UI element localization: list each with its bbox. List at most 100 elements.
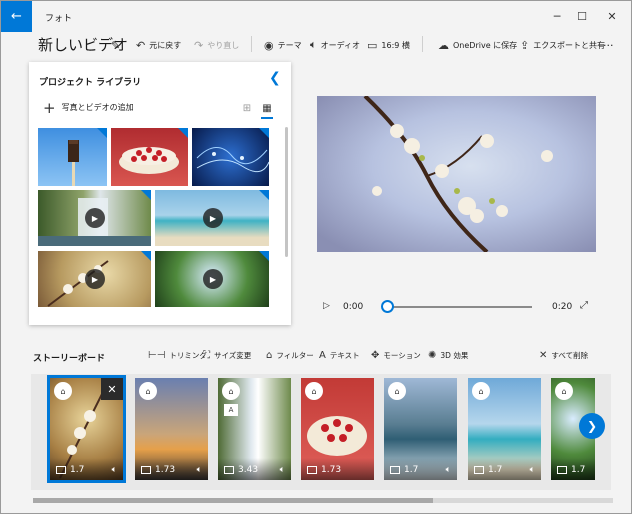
library-item-blossom-video[interactable]: ▶ <box>38 251 151 307</box>
world-network-image <box>196 147 269 173</box>
large-thumbnails-view-button[interactable]: ⊞ <box>241 102 253 114</box>
chevron-left-icon: ❮ <box>269 70 281 86</box>
storyboard-card[interactable]: ⌂ A 3.43 🔈︎ <box>218 378 291 480</box>
theme-label: テーマ <box>277 40 302 50</box>
filter-button[interactable]: ⌂ フィルター <box>266 350 314 361</box>
library-item-beach-video[interactable]: ▶ <box>155 190 269 246</box>
close-button[interactable]: ✕ <box>597 1 627 32</box>
library-item-world-network[interactable] <box>192 128 269 186</box>
rename-button[interactable]: ✎ <box>111 37 124 53</box>
grid-large-icon: ⊞ <box>242 102 252 114</box>
duration-label: 1.73 <box>321 465 342 475</box>
play-video-icon: ▶ <box>203 208 223 228</box>
seek-handle[interactable] <box>381 300 394 313</box>
filter-icon: ⌂ <box>266 350 273 361</box>
library-item-forest-video[interactable]: ▶ <box>155 251 269 307</box>
add-media-button[interactable]: + 写真とビデオの追加 <box>43 98 134 117</box>
storyboard-next-button[interactable]: ❯ <box>579 413 605 439</box>
motion-button[interactable]: ✥ モーション <box>371 350 421 361</box>
trim-button[interactable]: ⊢⊣ トリミング <box>148 350 207 361</box>
play-video-icon: ▶ <box>203 269 223 289</box>
remove-all-button[interactable]: ✕ すべて削除 <box>539 350 588 361</box>
filter-badge[interactable]: ⌂ <box>54 382 72 400</box>
cake-image <box>119 147 179 174</box>
duration-label: 1.73 <box>155 465 176 475</box>
library-scrollbar[interactable] <box>285 127 288 257</box>
storyboard-scrollbar[interactable] <box>33 498 613 503</box>
library-item-waterfall-video[interactable]: ▶ <box>38 190 151 246</box>
filter-badge[interactable]: ⌂ <box>555 382 573 400</box>
resize-icon: ⛶ <box>203 350 210 361</box>
3d-effects-button[interactable]: ✺ 3D 効果 <box>428 350 468 361</box>
storyboard-card[interactable]: ⌂ 1.7 🔈︎ <box>468 378 541 480</box>
palette-icon: ◉ <box>264 38 274 52</box>
text-icon: A <box>319 350 326 361</box>
selected-corner-marker <box>97 128 107 138</box>
storyboard-card[interactable]: ⌂ 1.73 <box>301 378 374 480</box>
fullscreen-button[interactable]: ⤢ <box>580 300 588 311</box>
play-button[interactable]: ▷ <box>323 301 330 311</box>
scrollbar-thumb[interactable] <box>33 498 433 503</box>
theme-button[interactable]: ◉ テーマ <box>264 37 302 53</box>
undo-icon: ↶ <box>136 38 146 52</box>
filter-badge[interactable]: ⌂ <box>472 382 490 400</box>
redo-button[interactable]: ↷ やり直し <box>194 37 239 53</box>
aspect-ratio-button[interactable]: ▭ 16:9 横 <box>367 37 410 53</box>
library-item-ice-cream[interactable] <box>38 128 107 186</box>
library-item-cake[interactable] <box>111 128 188 186</box>
filter-badge[interactable]: ⌂ <box>139 382 157 400</box>
total-time: 0:20 <box>552 302 573 312</box>
storyboard-panel: ストーリーボード ⊢⊣ トリミング ⛶ サイズ変更 ⌂ フィルター A テキスト ✥ モー… <box>1 336 631 513</box>
resize-label: サイズ変更 <box>214 351 252 360</box>
collapse-library-button[interactable]: ❮ <box>269 70 281 86</box>
audio-button[interactable]: 🔈︎ オーディオ <box>310 37 360 53</box>
separator <box>422 36 423 52</box>
storyboard-card[interactable]: ⌂ 1.7 🔈︎ <box>384 378 457 480</box>
filter-icon: ⌂ <box>478 386 484 396</box>
filter-badge[interactable]: ⌂ <box>388 382 406 400</box>
seek-bar[interactable] <box>387 306 532 308</box>
maximize-button[interactable]: ☐ <box>567 1 597 32</box>
volume-icon[interactable]: 🔈︎ <box>446 465 451 475</box>
save-onedrive-button[interactable]: ☁ OneDrive に保存 <box>438 37 517 53</box>
storyboard-card[interactable]: ⌂ 1.73 🔈︎ <box>135 378 208 480</box>
resize-button[interactable]: ⛶ サイズ変更 <box>203 350 251 361</box>
filter-badge[interactable]: ⌂ <box>305 382 323 400</box>
storyboard-card[interactable]: ⌂ ✕ 1.7 🔈︎ <box>47 375 126 483</box>
video-clip-icon <box>56 466 66 474</box>
export-share-label: エクスポートと共有 <box>533 40 605 50</box>
video-preview[interactable] <box>317 96 596 252</box>
selected-corner-marker <box>259 128 269 138</box>
text-badge[interactable]: A <box>224 404 238 416</box>
volume-icon[interactable]: 🔈︎ <box>197 465 202 475</box>
add-media-label: 写真とビデオの追加 <box>61 103 134 112</box>
plus-icon: + <box>43 98 56 117</box>
more-options-button[interactable]: ··· <box>603 37 614 53</box>
undo-button[interactable]: ↶ 元に戻す <box>136 37 181 53</box>
volume-icon[interactable]: 🔈︎ <box>530 465 535 475</box>
small-thumbnails-view-button[interactable]: ▦ <box>261 102 273 114</box>
remove-card-button[interactable]: ✕ <box>101 378 123 400</box>
pencil-icon: ✎ <box>111 38 121 52</box>
active-view-indicator <box>261 117 273 119</box>
back-button[interactable]: ← <box>1 1 32 32</box>
video-clip-icon <box>557 466 567 474</box>
export-share-button[interactable]: ⇪ エクスポートと共有 <box>520 37 605 53</box>
remove-all-label: すべて削除 <box>551 351 589 360</box>
photos-app-window: ← フォト ─ ☐ ✕ 新しいビデオ ✎ ↶ 元に戻す ↷ やり直し ◉ テーマ 🔈︎… <box>0 0 632 514</box>
photo-icon <box>307 466 317 474</box>
duration-label: 1.7 <box>70 465 85 475</box>
video-clip-icon <box>390 466 400 474</box>
card-duration: 1.7 <box>557 465 585 475</box>
volume-icon[interactable]: 🔈︎ <box>112 465 117 475</box>
filter-badge[interactable]: ⌂ <box>222 382 240 400</box>
selected-corner-marker <box>178 128 188 138</box>
text-button[interactable]: A テキスト <box>319 350 360 361</box>
filter-label: フィルター <box>276 351 314 360</box>
duration-label: 1.7 <box>488 465 503 475</box>
cloud-upload-icon: ☁ <box>438 38 449 52</box>
app-title: フォト <box>45 14 73 24</box>
filter-icon: ⌂ <box>311 386 317 396</box>
volume-icon[interactable]: 🔈︎ <box>280 465 285 475</box>
grid-small-icon: ▦ <box>262 102 272 114</box>
